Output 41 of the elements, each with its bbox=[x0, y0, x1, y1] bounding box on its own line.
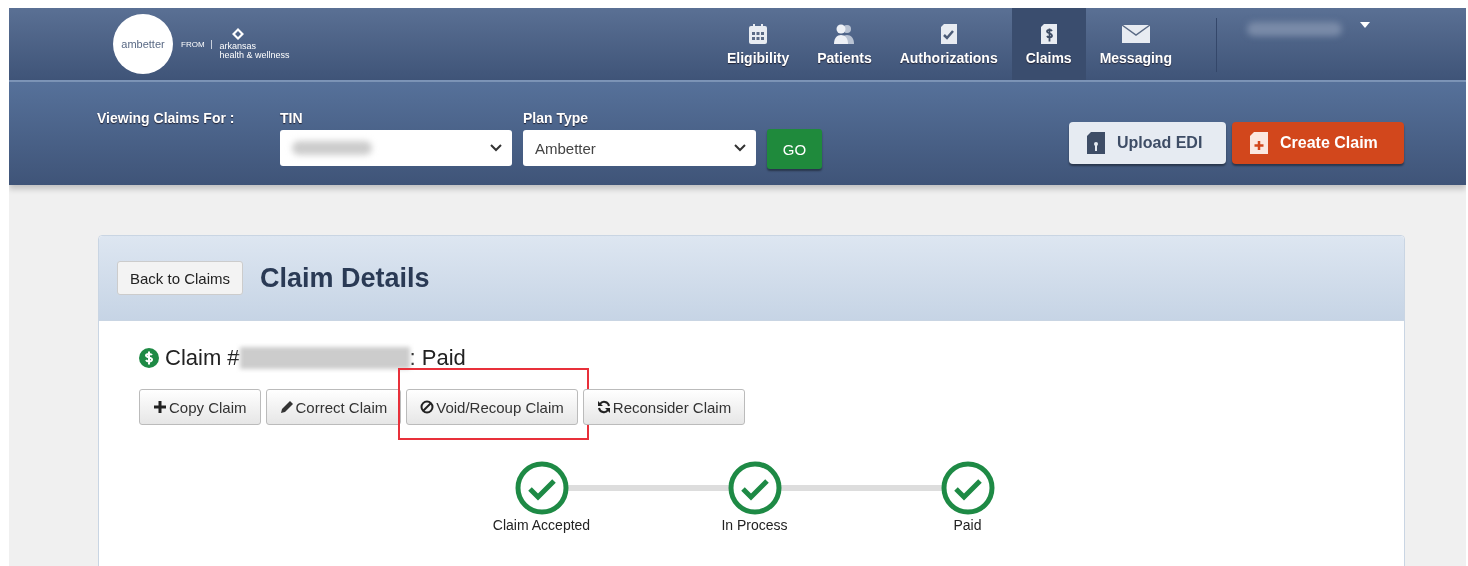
claim-action-button[interactable]: Correct Claim bbox=[265, 389, 402, 425]
people-icon bbox=[832, 22, 857, 46]
partner-tagline: health & wellness bbox=[219, 51, 290, 60]
nav-tab[interactable]: Messaging bbox=[1085, 8, 1186, 80]
prohibited-icon bbox=[420, 400, 435, 414]
plan-type-select[interactable]: Ambetter bbox=[523, 130, 756, 166]
claim-action-button[interactable]: Reconsider Claim bbox=[582, 389, 746, 425]
document-plus-icon bbox=[1250, 132, 1268, 154]
step-label: Paid bbox=[953, 517, 982, 533]
dollar-icon bbox=[139, 348, 159, 368]
upload-button[interactable]: Upload EDI bbox=[1069, 122, 1226, 164]
step-label: In Process bbox=[721, 517, 788, 533]
field-label: Plan Type bbox=[523, 110, 590, 126]
partner-name: arkansas bbox=[219, 42, 258, 51]
nav-tab[interactable]: Eligibility bbox=[713, 8, 804, 80]
chevron-icon bbox=[490, 144, 502, 152]
claim-action-button[interactable]: Void/Recoup Claim bbox=[406, 389, 578, 425]
nav-tab[interactable]: Patients bbox=[803, 8, 886, 80]
claim-label: Claim # bbox=[165, 345, 240, 371]
refresh-icon bbox=[596, 400, 611, 414]
plus-icon bbox=[153, 400, 167, 414]
step-label: Claim Accepted bbox=[492, 517, 591, 533]
field-label: TIN bbox=[280, 110, 304, 126]
tin-select[interactable] bbox=[280, 130, 512, 166]
envelope-icon bbox=[1120, 22, 1151, 46]
brand-name: ambetter bbox=[121, 38, 165, 50]
chevron-icon bbox=[734, 144, 746, 152]
caret-icon bbox=[1360, 22, 1370, 28]
pencil-icon bbox=[279, 400, 294, 414]
claim-action-button[interactable]: Copy Claim bbox=[139, 389, 261, 425]
back-button[interactable]: Back to Claims bbox=[117, 261, 244, 295]
claim-status: : Paid bbox=[409, 345, 466, 371]
page-title: Claim Details bbox=[260, 262, 430, 294]
nav-tab[interactable]: Authorizations bbox=[885, 8, 1012, 80]
filter-label: Viewing Claims For : bbox=[97, 110, 236, 126]
from-label: FROM bbox=[181, 39, 212, 49]
go-button[interactable]: GO bbox=[767, 129, 822, 169]
create-claim-button[interactable]: Create Claim bbox=[1232, 122, 1404, 164]
nav-tab[interactable]: Claims bbox=[1011, 8, 1086, 80]
diamond-icon bbox=[231, 28, 244, 40]
document-icon bbox=[1087, 132, 1105, 154]
